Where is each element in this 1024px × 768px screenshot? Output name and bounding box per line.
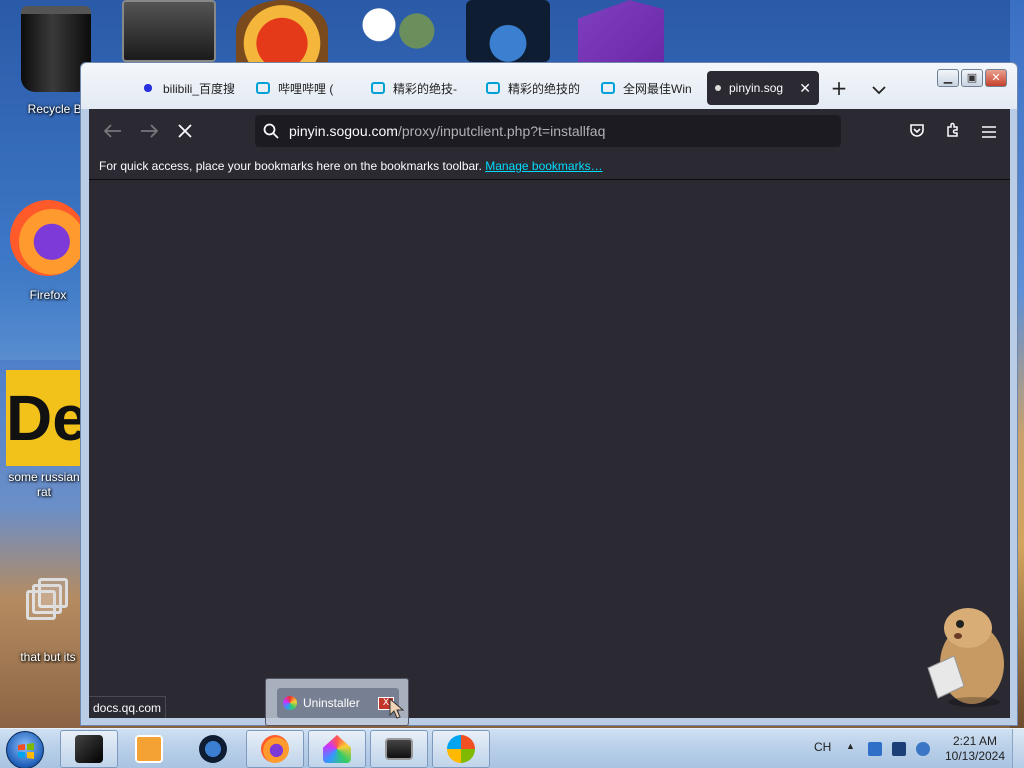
forward-arrow-icon <box>141 124 159 138</box>
uninstaller-icon <box>283 696 297 710</box>
tab-label: 精彩的绝技- <box>393 81 457 96</box>
new-tab-button[interactable]: + <box>827 77 851 101</box>
taskbar-app-media-player[interactable] <box>120 730 178 768</box>
page-content-area[interactable] <box>89 180 1010 718</box>
list-all-tabs-button[interactable] <box>867 77 891 101</box>
back-arrow-icon <box>103 124 121 138</box>
clock-date: 10/13/2024 <box>944 749 1006 763</box>
hamburger-menu-icon <box>982 126 996 138</box>
desktop-icon-that-but-its[interactable]: that but its <box>8 578 88 665</box>
back-button[interactable] <box>101 119 125 143</box>
input-language-indicator[interactable]: CH <box>814 740 831 754</box>
tab-label: 精彩的绝技的 <box>508 81 581 96</box>
maximize-button[interactable]: ▣ <box>961 69 983 87</box>
tab-jingcai-2[interactable]: 精彩的绝技的 <box>478 71 590 105</box>
stop-x-icon <box>178 124 192 138</box>
pocket-icon <box>910 124 924 137</box>
tab-jingcai-1[interactable]: 精彩的绝技- <box>363 71 475 105</box>
tab-label: 哔哩哔哩 ( <box>278 81 334 96</box>
taskbar-app-firefox[interactable] <box>246 730 304 768</box>
taskbar-app-globe[interactable] <box>184 730 242 768</box>
desktop-app-icon-flower[interactable] <box>352 0 442 62</box>
taskbar-app-windows-update[interactable] <box>432 730 490 768</box>
url-path: /proxy/inputclient.php?t=installfaq <box>397 123 606 139</box>
taskbar-app-terminal[interactable] <box>60 730 118 768</box>
network-icon[interactable] <box>892 742 906 756</box>
windows-logo-icon <box>18 743 34 759</box>
puzzle-piece-icon <box>947 122 958 137</box>
desktop-icon-label: that but its <box>20 650 76 664</box>
show-desktop-button[interactable] <box>1012 729 1024 768</box>
clock[interactable]: 2:21 AM 10/13/2024 <box>944 734 1006 764</box>
black-box-app-icon <box>75 735 103 763</box>
close-window-button[interactable]: ✕ <box>985 69 1007 87</box>
firefox-icon <box>10 200 86 276</box>
desktop-app-icon-1[interactable] <box>122 0 216 62</box>
taskbar: CH ▲ 2:21 AM 10/13/2024 <box>0 728 1024 768</box>
minimize-button[interactable]: ▁ <box>937 69 959 87</box>
address-bar[interactable]: pinyin.sogou.com/proxy/inputclient.php?t… <box>255 115 841 147</box>
forward-button[interactable] <box>137 119 161 143</box>
desktop-icon-firefox[interactable]: Firefox <box>8 200 88 303</box>
show-hidden-icons-button[interactable]: ▲ <box>846 741 855 751</box>
window-caption-buttons: ▁ ▣ ✕ <box>937 69 1007 87</box>
windows-orb-icon <box>447 735 475 763</box>
loading-dot-icon <box>715 85 721 91</box>
baidu-paw-icon <box>141 81 155 95</box>
desktop-app-icon-globe[interactable] <box>466 0 550 62</box>
de-app-icon: De <box>6 370 82 466</box>
bilibili-tv-icon <box>486 82 500 94</box>
bookmarks-toolbar: For quick access, place your bookmarks h… <box>89 153 1010 180</box>
firefox-icon <box>261 735 289 763</box>
tab-quanwang[interactable]: 全网最佳Win <box>593 71 705 105</box>
tab-bilibili-baidu[interactable]: bilibili_百度搜 <box>133 71 245 105</box>
desktop-icon-label: some russian rat <box>8 470 80 499</box>
pocket-button[interactable] <box>905 119 929 143</box>
clock-time: 2:21 AM <box>952 734 998 748</box>
bilibili-tv-icon <box>601 82 615 94</box>
tab-close-icon[interactable]: ✕ <box>799 80 811 97</box>
tab-strip: bilibili_百度搜 哔哩哔哩 ( 精彩的绝技- 精彩的绝技的 全网最佳Wi… <box>81 63 1017 109</box>
status-url-overlay: docs.qq.com <box>89 696 167 718</box>
manage-bookmarks-link[interactable]: Manage bookmarks… <box>485 159 602 173</box>
chevron-down-icon <box>872 86 886 95</box>
tab-label: pinyin.sog <box>729 81 784 95</box>
monitor-app-icon <box>385 738 413 760</box>
tab-label: bilibili_百度搜 <box>163 81 236 96</box>
uninstaller-house-icon <box>323 735 351 763</box>
stop-loading-button[interactable] <box>173 119 197 143</box>
taskbar-thumbnail-popup: Uninstaller X <box>265 678 409 726</box>
mouse-cursor-icon <box>389 697 405 719</box>
navigation-toolbar: pinyin.sogou.com/proxy/inputclient.php?t… <box>89 109 1010 153</box>
hamster-mascot-image[interactable] <box>924 606 1006 708</box>
url-host: pinyin.sogou.com <box>289 123 398 139</box>
volume-icon[interactable] <box>916 742 930 756</box>
desktop-icon-label: Firefox <box>29 288 67 302</box>
app-menu-button[interactable] <box>977 119 1001 143</box>
taskbar-app-monitor[interactable] <box>370 730 428 768</box>
thumbnail-title: Uninstaller <box>303 696 360 710</box>
tab-label: 全网最佳Win <box>623 81 692 96</box>
start-button[interactable] <box>6 731 44 768</box>
bilibili-tv-icon <box>256 82 270 94</box>
firefox-window: bilibili_百度搜 哔哩哔哩 ( 精彩的绝技- 精彩的绝技的 全网最佳Wi… <box>80 62 1018 726</box>
extensions-button[interactable] <box>941 119 965 143</box>
visual-studio-icon[interactable] <box>578 0 664 62</box>
search-icon <box>263 123 279 139</box>
tray-app-icon[interactable] <box>868 742 882 756</box>
media-player-icon <box>135 735 163 763</box>
desktop-icon-russian-rat[interactable]: De some russian rat <box>4 370 84 500</box>
taskbar-app-uninstaller[interactable] <box>308 730 366 768</box>
bookmarks-toolbar-message: For quick access, place your bookmarks h… <box>99 159 482 173</box>
desktop-app-icon-p[interactable] <box>236 0 328 62</box>
globe-app-icon <box>199 735 227 763</box>
copy-stack-icon <box>26 578 70 624</box>
tab-bilibili-home[interactable]: 哔哩哔哩 ( <box>248 71 360 105</box>
url-text: pinyin.sogou.com/proxy/inputclient.php?t… <box>289 123 605 139</box>
tab-pinyin-sogou[interactable]: pinyin.sog ✕ <box>707 71 819 105</box>
bilibili-tv-icon <box>371 82 385 94</box>
